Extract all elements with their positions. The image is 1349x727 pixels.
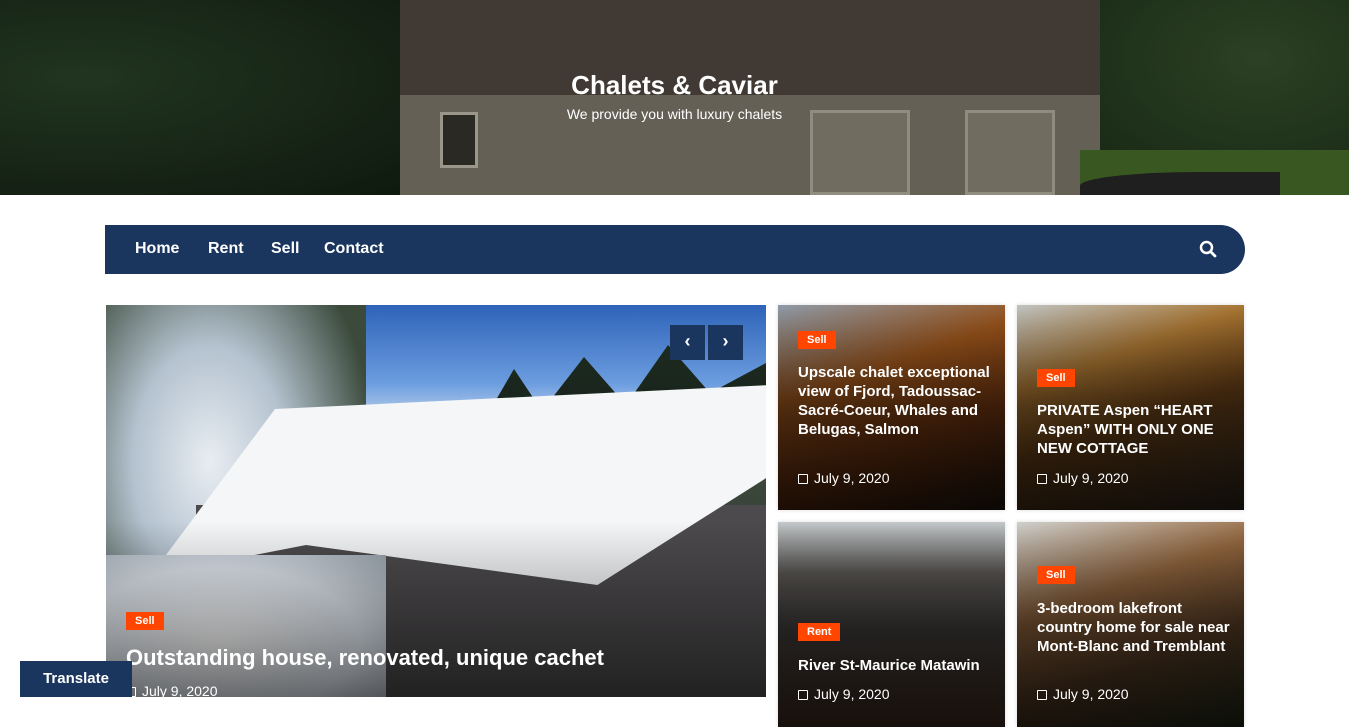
category-badge[interactable]: Sell [798,331,836,349]
post-date: July 9, 2020 [798,470,890,486]
post-card[interactable]: Sell 3-bedroom lakefront country home fo… [1017,522,1244,727]
post-date: July 9, 2020 [1037,470,1129,486]
chevron-left-icon[interactable]: ‹ [670,325,705,360]
category-badge[interactable]: Sell [1037,566,1075,584]
nav-contact[interactable]: Contact [324,240,384,258]
header-banner: Chalets & Caviar We provide you with lux… [0,0,1349,195]
post-card[interactable]: Sell PRIVATE Aspen “HEART Aspen” WITH ON… [1017,305,1244,510]
post-date: July 9, 2020 [798,686,890,702]
nav-rent[interactable]: Rent [208,240,244,258]
search-icon[interactable] [1199,240,1217,258]
chevron-right-icon[interactable]: › [708,325,743,360]
main-nav: Home Rent Sell Contact [105,225,1245,274]
post-title[interactable]: 3-bedroom lakefront country home for sal… [1037,599,1232,656]
category-badge[interactable]: Rent [798,623,841,641]
calendar-icon [1037,474,1047,484]
category-badge[interactable]: Sell [1037,369,1075,387]
calendar-icon [1037,690,1047,700]
featured-title[interactable]: Outstanding house, renovated, unique cac… [126,645,604,671]
post-title[interactable]: PRIVATE Aspen “HEART Aspen” WITH ONLY ON… [1037,401,1232,458]
site-title[interactable]: Chalets & Caviar [0,70,1349,101]
post-card[interactable]: Rent River St-Maurice Matawin July 9, 20… [778,522,1005,727]
nav-sell[interactable]: Sell [271,240,299,258]
calendar-icon [798,474,808,484]
calendar-icon [798,690,808,700]
post-title[interactable]: Upscale chalet exceptional view of Fjord… [798,363,993,439]
post-date: July 9, 2020 [1037,686,1129,702]
nav-home[interactable]: Home [135,240,179,258]
site-tagline: We provide you with luxury chalets [566,106,783,122]
featured-date: July 9, 2020 [126,683,218,697]
post-title[interactable]: River St-Maurice Matawin [798,656,993,675]
post-card[interactable]: Sell Upscale chalet exceptional view of … [778,305,1005,510]
translate-button[interactable]: Translate [20,661,132,697]
featured-slide[interactable]: ‹ › Sell Outstanding house, renovated, u… [106,305,766,697]
category-badge[interactable]: Sell [126,612,164,630]
